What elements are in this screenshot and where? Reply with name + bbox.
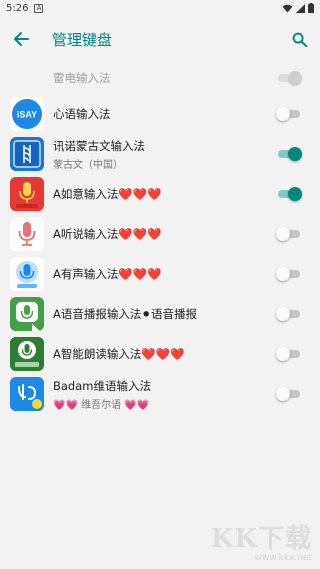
keyboard-item-ruyi[interactable]: A如意输入法❤️❤️❤️ xyxy=(0,174,320,214)
toggle-tingshuo[interactable] xyxy=(276,225,302,243)
app-bar: 管理键盘 xyxy=(0,16,320,62)
search-button[interactable] xyxy=(288,28,310,50)
keyboard-name: A如意输入法❤️❤️❤️ xyxy=(53,187,162,201)
badam-app-icon xyxy=(10,377,44,411)
signal-icon xyxy=(296,3,305,13)
keyboard-list: 雷电输入法 iSAY 心语输入法 讯诺蒙古文输入法 蒙古文（中国） A如意输入法… xyxy=(0,62,320,414)
keyboard-item-badam[interactable]: Badam维语输入法 💗💗 维吾尔语 💗💗 xyxy=(0,374,320,414)
toggle-yousheng[interactable] xyxy=(276,265,302,283)
keyboard-language: 蒙古文（中国） xyxy=(53,159,123,171)
status-time: 5:26 xyxy=(6,2,29,14)
search-icon xyxy=(292,32,307,47)
leidian-icon xyxy=(10,61,44,95)
microphone-icon xyxy=(10,177,44,211)
toggle-ruyi[interactable] xyxy=(276,185,302,203)
keyboard-item-leidian: 雷电输入法 xyxy=(0,62,320,94)
page-title: 管理键盘 xyxy=(52,30,113,49)
toggle-zhineng-langdu[interactable] xyxy=(276,345,302,363)
toggle-badam[interactable] xyxy=(276,385,302,403)
keyboard-item-mongolian[interactable]: 讯诺蒙古文输入法 蒙古文（中国） xyxy=(0,134,320,174)
back-button[interactable] xyxy=(10,28,32,50)
keyboard-name: Badam维语输入法 xyxy=(53,378,151,393)
watermark-text: KK下载 xyxy=(210,524,312,554)
toggle-mongolian[interactable] xyxy=(276,145,302,163)
toggle-yuyin-bobao[interactable] xyxy=(276,305,302,323)
status-bar: 5:26 A xyxy=(0,0,320,16)
keyboard-item-zhineng-langdu[interactable]: A智能朗读输入法❤️❤️❤️ xyxy=(0,334,320,374)
keyboard-name: A语音播报输入法⚫语音播报 xyxy=(53,307,198,321)
keyboard-name: 雷电输入法 xyxy=(53,71,111,85)
keyboard-name: 心语输入法 xyxy=(53,107,111,121)
mongolian-script-icon xyxy=(10,137,44,171)
battery-icon xyxy=(308,3,314,13)
watermark-logo: KK下载 www.kkx.net xyxy=(211,518,312,563)
isay-app-icon: iSAY xyxy=(10,97,44,131)
toggle-xinyu[interactable] xyxy=(276,105,302,123)
wifi-icon xyxy=(282,4,293,13)
keyboard-item-xinyu[interactable]: iSAY 心语输入法 xyxy=(0,94,320,134)
keyboard-name: A有声输入法❤️❤️❤️ xyxy=(53,267,162,281)
toggle-leidian xyxy=(276,69,302,87)
keyboard-item-yuyin-bobao[interactable]: A语音播报输入法⚫语音播报 xyxy=(0,294,320,334)
keyboard-name: 讯诺蒙古文输入法 xyxy=(53,138,145,153)
isay-icon-text: iSAY xyxy=(17,110,37,120)
arrow-left-icon xyxy=(14,32,29,46)
microphone-icon xyxy=(10,337,44,371)
microphone-icon xyxy=(10,257,44,291)
keyboard-item-yousheng[interactable]: A有声输入法❤️❤️❤️ xyxy=(0,254,320,294)
microphone-icon xyxy=(10,297,44,331)
keyboard-name: A听说输入法❤️❤️❤️ xyxy=(53,227,162,241)
keyboard-item-tingshuo[interactable]: A听说输入法❤️❤️❤️ xyxy=(0,214,320,254)
microphone-icon xyxy=(10,217,44,251)
status-icons xyxy=(282,3,314,13)
keyboard-language: 💗💗 维吾尔语 💗💗 xyxy=(53,399,150,411)
keyboard-name: A智能朗读输入法❤️❤️❤️ xyxy=(53,347,185,361)
notification-icon: A xyxy=(34,3,44,13)
